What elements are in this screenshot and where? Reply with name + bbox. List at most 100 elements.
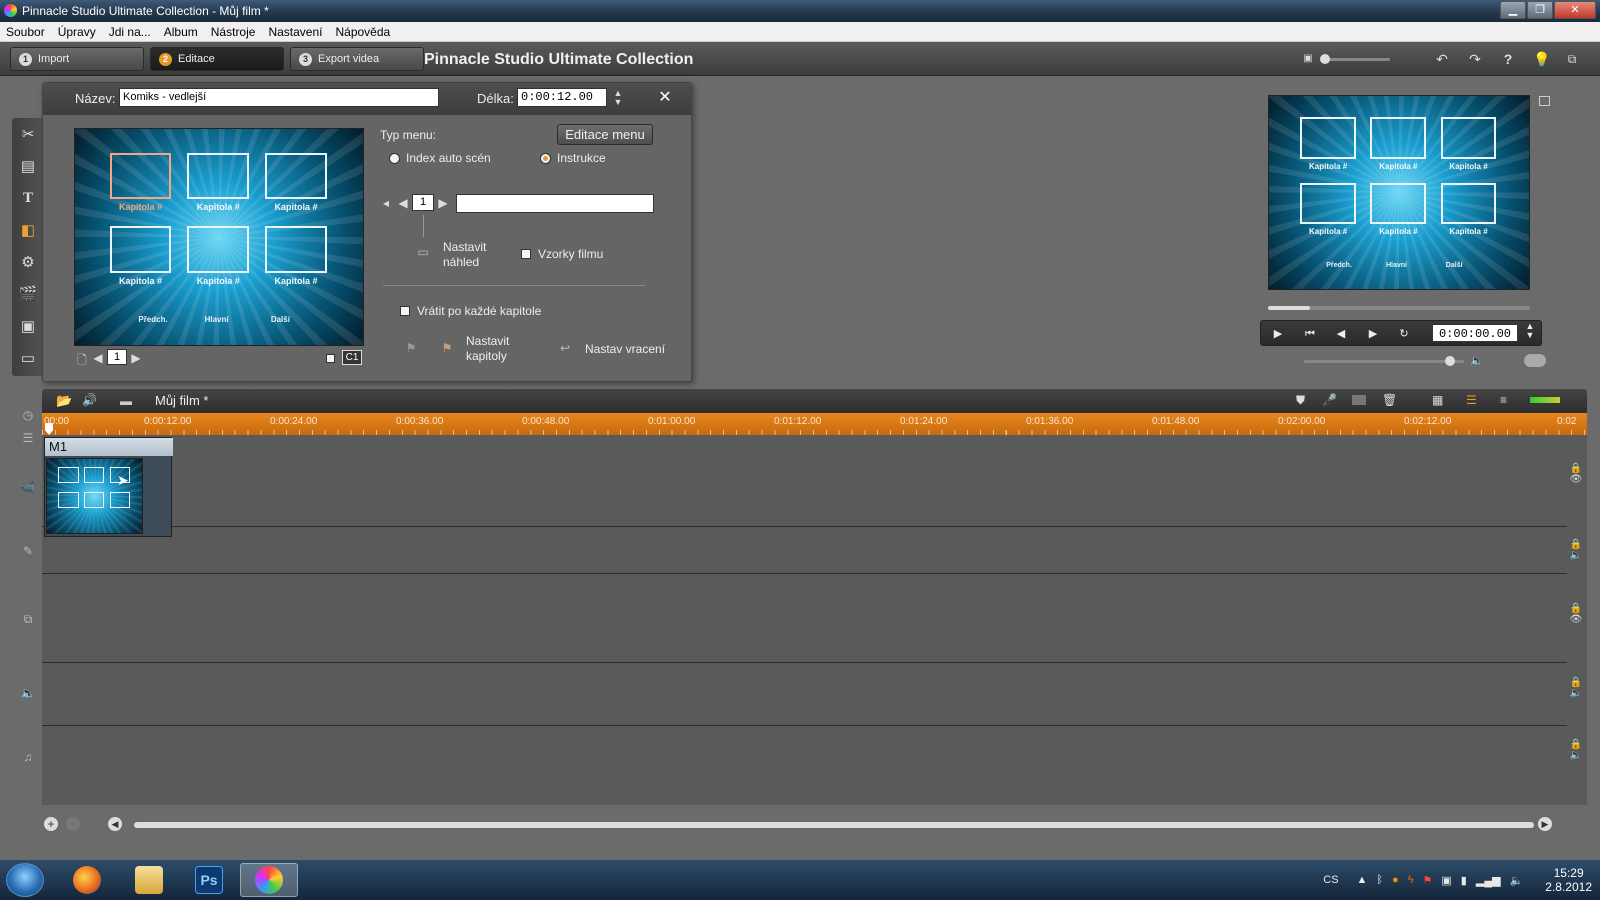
audio-icon[interactable]: 🔊 xyxy=(82,393,97,407)
layout-icon[interactable]: ▣ xyxy=(1298,49,1318,69)
video-track[interactable] xyxy=(42,435,1567,527)
chapter-flag-icon[interactable]: ⚑ xyxy=(403,341,419,355)
lock-icon[interactable]: 🔒 🔈 xyxy=(1566,539,1586,561)
page-next-arrow[interactable]: ▶ xyxy=(131,351,141,365)
timeline-ruler[interactable]: 00:00 0:00:12.00 0:00:24.00 0:00:36.00 0:00:… xyxy=(42,413,1587,435)
lock-icon[interactable]: 🔒 🔈 xyxy=(1566,677,1586,699)
taskbar-pinnacle[interactable] xyxy=(240,863,298,897)
timeline-horizontal-scrollbar[interactable] xyxy=(134,822,1534,828)
preview-mode-icon[interactable] xyxy=(1524,354,1546,367)
menu-album[interactable]: Album xyxy=(164,25,198,39)
marker-icon[interactable]: ⛊ xyxy=(1296,393,1305,408)
edit-menu-button[interactable]: Editace menu xyxy=(557,124,653,145)
clapper-icon[interactable]: 🎬 xyxy=(12,278,44,310)
radio-index-auto-scen[interactable] xyxy=(389,153,400,164)
music-track[interactable] xyxy=(42,726,1567,805)
zoom-out-icon[interactable] xyxy=(66,817,80,831)
taskbar-photoshop[interactable]: Ps xyxy=(180,863,238,897)
player-scrubber[interactable] xyxy=(1268,306,1530,310)
show-hidden-icons-icon[interactable]: ▲ xyxy=(1357,874,1368,886)
radio-instrukce[interactable] xyxy=(540,153,551,164)
go-to-start-icon[interactable]: ⏮ xyxy=(1299,325,1321,343)
scroll-left-icon[interactable]: ◀ xyxy=(108,817,122,831)
page-counter[interactable]: 1 xyxy=(107,349,127,365)
length-spinner[interactable]: ▲ ▼ xyxy=(613,89,623,107)
camcorder-icon[interactable]: ⧉ xyxy=(1562,49,1582,69)
step-forward-icon[interactable]: ▶ xyxy=(1362,325,1384,343)
display-icon[interactable]: ▣ xyxy=(1441,874,1451,887)
set-return-label[interactable]: Nastav vracení xyxy=(585,342,665,356)
power-icon[interactable]: ▮ xyxy=(1461,874,1467,887)
set-preview-icon[interactable]: ▭ xyxy=(415,245,431,259)
trash-icon[interactable]: 🗑 xyxy=(1382,393,1397,407)
step-back-icon[interactable]: ◀ xyxy=(1330,325,1352,343)
timecode-spinner[interactable]: ▲ ▼ xyxy=(1524,322,1536,340)
undo-icon[interactable]: ↶ xyxy=(1432,49,1452,69)
overlay-track[interactable] xyxy=(42,574,1567,663)
flash-icon[interactable]: ϟ xyxy=(1408,874,1414,886)
return-after-chapter-checkbox[interactable] xyxy=(400,306,410,316)
chapter-next-arrow[interactable]: ▶ xyxy=(438,196,448,210)
storyboard-icon[interactable] xyxy=(1352,395,1366,405)
menu-soubor[interactable]: Soubor xyxy=(6,25,45,39)
return-arrow-icon[interactable]: ↩ xyxy=(557,341,573,355)
fullscreen-icon[interactable] xyxy=(1539,96,1550,106)
transition-icon[interactable]: ▤ xyxy=(12,150,44,182)
close-window-button[interactable]: ✕ xyxy=(1554,1,1596,19)
page-prev-arrow[interactable]: ◀ xyxy=(93,351,103,365)
length-input[interactable]: 0:00:12.00 xyxy=(517,88,607,107)
folder-icon[interactable]: 📂 xyxy=(56,393,72,409)
zoom-slider[interactable] xyxy=(1320,54,1390,64)
menu-preview-thumbnail[interactable]: Kapitola # Kapitola # Kapitola # Kapitola #… xyxy=(74,128,364,346)
volume-slider-knob[interactable] xyxy=(1445,356,1455,366)
menu-napoveda[interactable]: Nápověda xyxy=(335,25,390,39)
project-folder-icon[interactable]: ▬ xyxy=(120,394,132,408)
menu-jdi-na[interactable]: Jdi na... xyxy=(109,25,151,39)
tab-editace[interactable]: 2 Editace xyxy=(150,47,284,71)
clock[interactable]: 15:29 2.8.2012 xyxy=(1545,866,1592,894)
chapter-link-checkbox[interactable] xyxy=(326,354,335,363)
menu-nastroje[interactable]: Nástroje xyxy=(211,25,256,39)
name-input[interactable]: Komiks - vedlejší xyxy=(119,88,439,107)
title-track[interactable] xyxy=(42,663,1567,726)
speaker-icon[interactable]: 🔈 xyxy=(1470,354,1484,367)
player-timecode[interactable]: 0:00:00.00 xyxy=(1432,324,1518,342)
help-icon[interactable]: ? xyxy=(1498,49,1518,69)
original-audio-track[interactable] xyxy=(42,527,1567,574)
menu-clip[interactable]: M1 ➤ xyxy=(44,437,173,537)
frame-icon[interactable]: ▣ xyxy=(12,310,44,342)
audio-tools-icon[interactable]: ▭ xyxy=(12,342,44,374)
zoom-in-icon[interactable]: + xyxy=(44,817,58,831)
lock-icon[interactable]: 🔒 👁 xyxy=(1566,463,1586,485)
chapter-prev-arrow[interactable]: ◀ xyxy=(398,196,408,210)
chapter-counter[interactable]: 1 xyxy=(412,194,434,211)
lock-icon[interactable]: 🔒 👁 xyxy=(1566,603,1586,625)
film-samples-checkbox[interactable] xyxy=(521,249,531,259)
start-button[interactable] xyxy=(6,863,44,897)
chapter-title-input[interactable] xyxy=(456,194,654,213)
voiceover-icon[interactable]: 🎤 xyxy=(1322,393,1337,407)
set-chapters-icon[interactable]: ⚑ xyxy=(439,341,455,355)
menu-nastaveni[interactable]: Nastavení xyxy=(268,25,322,39)
disc-menu-icon[interactable]: ◧ xyxy=(12,214,44,246)
tips-icon[interactable]: 💡 xyxy=(1532,49,1552,69)
minimize-button[interactable]: ▁ xyxy=(1500,1,1526,19)
storyboard-view-icon[interactable]: ▦ xyxy=(1432,393,1443,407)
loop-icon[interactable]: ↻ xyxy=(1393,325,1415,343)
close-icon[interactable]: ✕ xyxy=(655,88,675,108)
volume-tray-icon[interactable]: 🔈 xyxy=(1510,874,1524,887)
volume-slider[interactable] xyxy=(1304,356,1464,366)
video-effects-icon[interactable]: ⚙ xyxy=(12,246,44,278)
play-icon[interactable]: ▶ xyxy=(1267,325,1289,343)
scroll-right-icon[interactable]: ▶ xyxy=(1538,817,1552,831)
lock-icon[interactable]: 🔒 🔈 xyxy=(1566,739,1586,761)
text-view-icon[interactable]: ≡ xyxy=(1500,393,1507,407)
scissors-icon[interactable]: ✂ xyxy=(12,118,44,150)
set-chapters-label[interactable]: Nastavit kapitoly xyxy=(466,334,530,364)
set-preview-label[interactable]: Nastavit náhled xyxy=(443,240,503,270)
action-center-icon[interactable]: ⚑ xyxy=(1423,874,1433,887)
timeline-view-icon[interactable]: ☰ xyxy=(1466,393,1477,407)
player-preview-screen[interactable]: Kapitola # Kapitola # Kapitola # Kapitola #… xyxy=(1268,95,1530,290)
bluetooth-icon[interactable]: ᛒ xyxy=(1376,874,1383,886)
network-icon[interactable]: ▂▄▆ xyxy=(1476,874,1501,887)
